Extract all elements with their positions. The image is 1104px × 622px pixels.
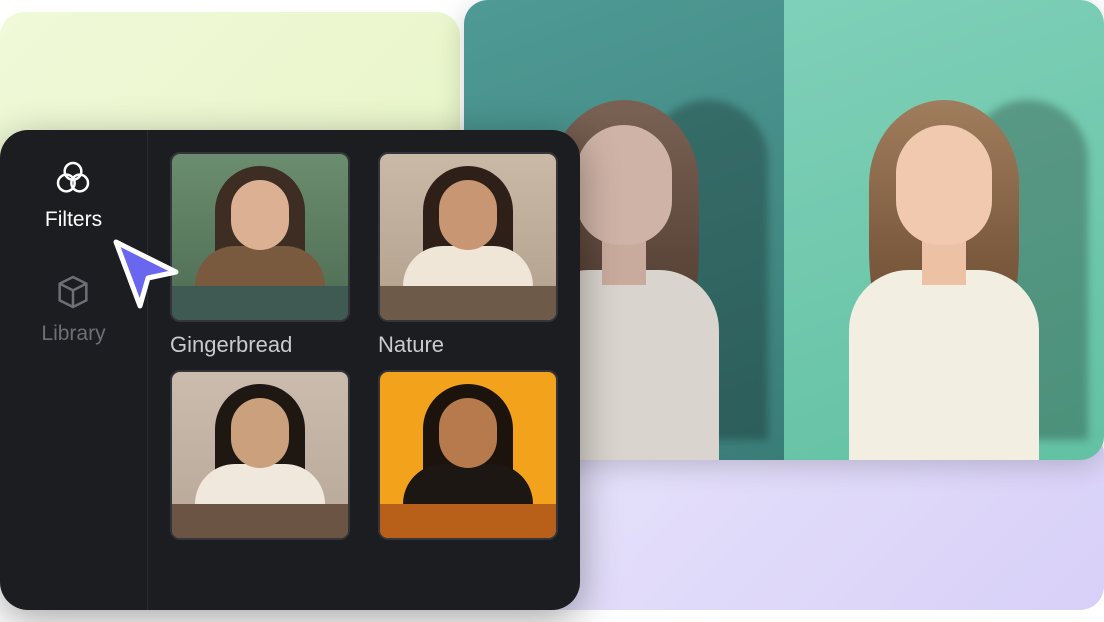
library-icon bbox=[53, 272, 93, 312]
filter-swatch bbox=[380, 504, 556, 538]
filter-card-4[interactable] bbox=[378, 370, 558, 578]
sidebar-item-label: Filters bbox=[45, 208, 102, 232]
filters-icon bbox=[53, 158, 93, 198]
filter-label: Nature bbox=[378, 332, 558, 360]
sidebar: Filters Library bbox=[0, 130, 148, 610]
filter-label bbox=[170, 550, 350, 578]
filter-card-gingerbread[interactable]: Gingerbread bbox=[170, 152, 350, 360]
filter-thumbnail bbox=[378, 152, 558, 322]
filters-grid: Gingerbread Nature bbox=[148, 130, 580, 610]
sidebar-item-label: Library bbox=[41, 322, 105, 346]
filter-label bbox=[378, 550, 558, 578]
filter-swatch bbox=[172, 286, 348, 320]
filter-swatch bbox=[172, 504, 348, 538]
filter-thumbnail bbox=[170, 370, 350, 540]
editor-panel: Filters Library Gingerbread bbox=[0, 130, 580, 610]
preview-after bbox=[784, 0, 1104, 460]
filter-thumbnail bbox=[170, 152, 350, 322]
filter-card-nature[interactable]: Nature bbox=[378, 152, 558, 360]
filter-swatch bbox=[380, 286, 556, 320]
sidebar-item-library[interactable]: Library bbox=[41, 272, 105, 346]
filter-card-3[interactable] bbox=[170, 370, 350, 578]
preview-person bbox=[824, 60, 1064, 460]
filter-label: Gingerbread bbox=[170, 332, 350, 360]
filter-thumbnail bbox=[378, 370, 558, 540]
sidebar-item-filters[interactable]: Filters bbox=[45, 158, 102, 232]
